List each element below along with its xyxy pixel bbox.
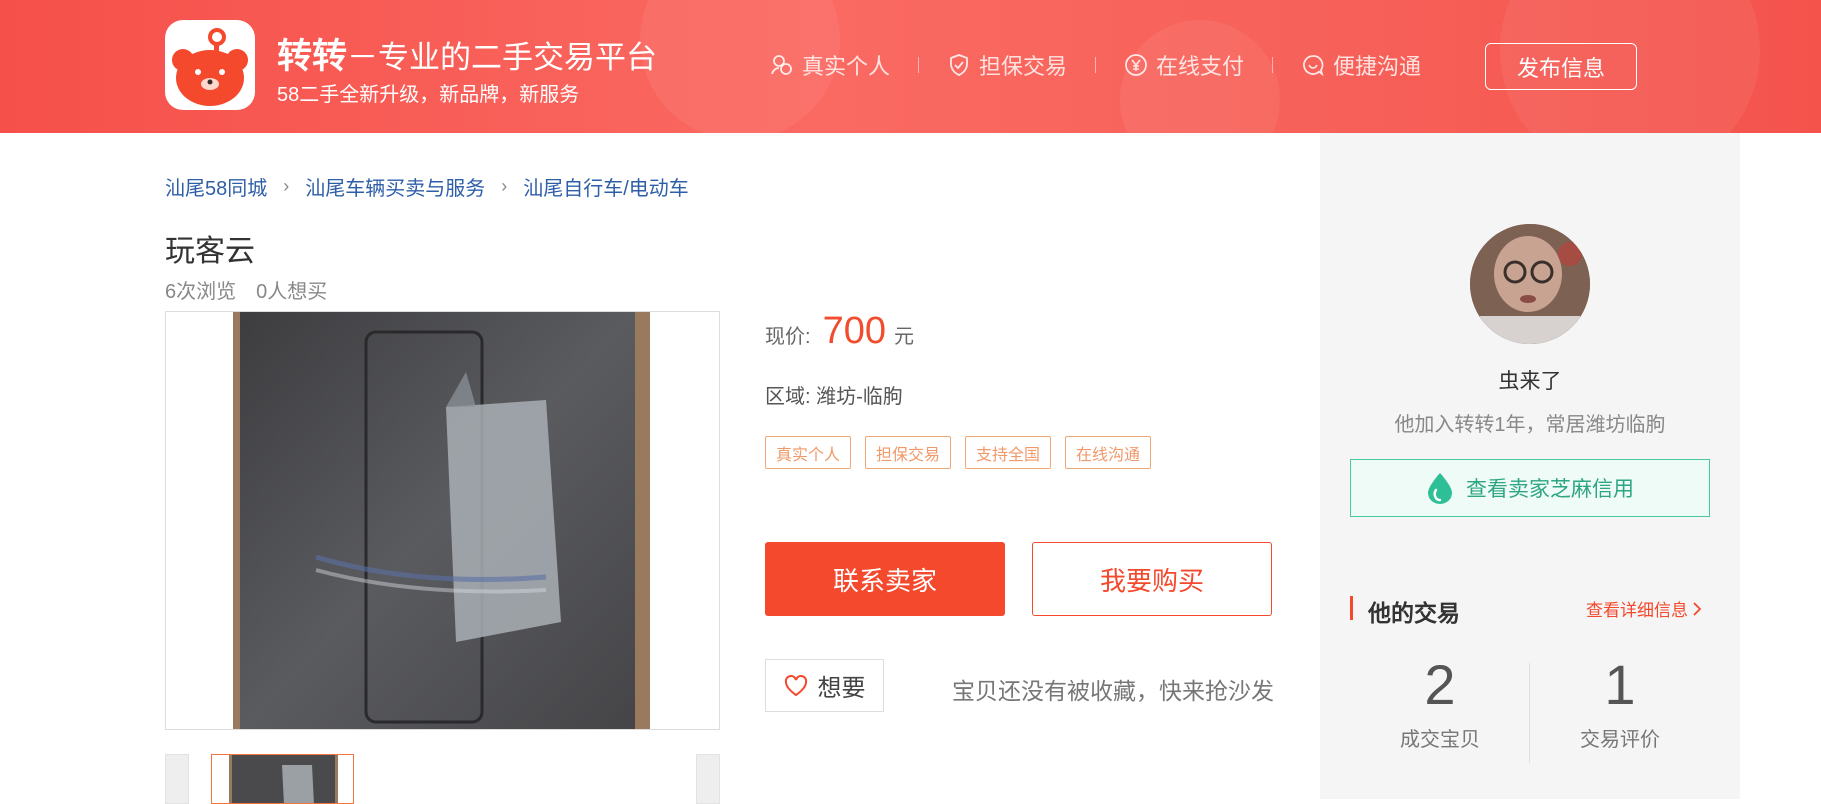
main-product-image[interactable] xyxy=(165,311,720,730)
stat-value: 1 xyxy=(1604,653,1636,716)
feature-item: 担保交易 xyxy=(947,49,1067,81)
price-label: 现价: xyxy=(765,326,811,348)
price-row: 现价: 700 元 xyxy=(765,310,914,353)
item-stats: 6次浏览 0人想买 xyxy=(165,275,327,304)
favorite-note: 宝贝还没有被收藏，快来抢沙发 xyxy=(952,678,1274,704)
top-header: 转转－专业的二手交易平台 58二手全新升级，新品牌，新服务 真实个人 担保交易 xyxy=(0,0,1821,133)
thumbnail-item[interactable] xyxy=(211,754,354,804)
service-tag: 支持全国 xyxy=(965,436,1052,469)
thumbnail-next-button[interactable] xyxy=(696,754,720,804)
chat-smile-icon xyxy=(1303,55,1324,77)
thumbnail-prev-button[interactable] xyxy=(165,754,189,804)
trade-title: 他的交易 xyxy=(1368,600,1460,626)
sesame-credit-label: 查看卖家芝麻信用 xyxy=(1466,478,1634,501)
shield-icon xyxy=(950,54,968,76)
feature-item: 真实个人 xyxy=(770,49,890,81)
breadcrumb-item-bicycles[interactable]: 汕尾自行车/电动车 xyxy=(523,172,689,201)
contact-seller-button[interactable]: 联系卖家 xyxy=(765,542,1005,616)
view-count: 6次浏览 xyxy=(165,281,237,303)
stat-sold-items[interactable]: 2 成交宝贝 xyxy=(1350,653,1530,752)
chevron-right-icon: › xyxy=(283,176,290,196)
service-tag: 担保交易 xyxy=(865,436,952,469)
feature-list: 真实个人 担保交易 在线支付 便捷沟通 xyxy=(770,48,1421,82)
seller-description: 他加入转转1年，常居潍坊临朐 xyxy=(1394,414,1666,436)
seller-name: 虫来了 xyxy=(1498,370,1562,393)
brand-title: 转转－专业的二手交易平台 xyxy=(277,28,657,79)
item-area: 区域: 潍坊-临朐 xyxy=(765,386,903,408)
buy-now-button[interactable]: 我要购买 xyxy=(1032,542,1272,616)
price-value: 700 xyxy=(822,310,886,352)
stat-value: 2 xyxy=(1424,653,1456,716)
service-tag: 真实个人 xyxy=(765,436,852,469)
trade-stats: 2 成交宝贝 1 交易评价 xyxy=(1350,653,1710,763)
heart-icon xyxy=(784,674,807,696)
stat-label: 成交宝贝 xyxy=(1400,729,1480,751)
accent-bar xyxy=(1350,596,1353,620)
stat-label: 交易评价 xyxy=(1580,729,1660,751)
feature-item: 在线支付 xyxy=(1124,49,1244,81)
brand-subtitle: 58二手全新升级，新品牌，新服务 xyxy=(277,84,580,106)
trade-details-link[interactable]: 查看详细信息 xyxy=(1586,596,1702,621)
product-photo xyxy=(233,312,650,729)
chevron-right-icon: › xyxy=(501,176,508,196)
feature-label: 在线支付 xyxy=(1156,54,1245,79)
service-tags: 真实个人 担保交易 支持全国 在线沟通 xyxy=(765,436,1165,469)
publish-button[interactable]: 发布信息 xyxy=(1485,43,1637,90)
feature-label: 真实个人 xyxy=(802,54,891,79)
sesame-drop-icon xyxy=(1428,473,1452,504)
service-tag: 在线沟通 xyxy=(1065,436,1152,469)
chevron-right-icon xyxy=(1693,601,1702,616)
brand-slogan: －专业的二手交易平台 xyxy=(347,40,658,75)
seller-sidebar: 虫来了 他加入转转1年，常居潍坊临朐 查看卖家芝麻信用 他的交易 查看详细信息 … xyxy=(1320,133,1740,799)
want-button[interactable]: 想要 xyxy=(765,659,884,712)
want-label: 想要 xyxy=(817,675,866,702)
trade-section-header: 他的交易 查看详细信息 xyxy=(1350,594,1710,626)
divider xyxy=(918,57,920,73)
thumbnail-photo xyxy=(229,755,338,803)
brand-name: 转转 xyxy=(277,37,348,76)
bear-logo-icon xyxy=(172,28,248,106)
divider xyxy=(1095,57,1097,73)
want-count: 0人想买 xyxy=(256,281,328,303)
trade-details-label: 查看详细信息 xyxy=(1586,601,1688,620)
stat-reviews[interactable]: 1 交易评价 xyxy=(1530,653,1710,752)
yuan-coin-icon xyxy=(1125,54,1147,76)
price-unit: 元 xyxy=(893,326,914,348)
breadcrumb-item-city[interactable]: 汕尾58同城 xyxy=(165,172,267,201)
item-title: 玩客云 xyxy=(165,235,255,268)
feature-label: 便捷沟通 xyxy=(1333,54,1422,79)
breadcrumb-item-vehicles[interactable]: 汕尾车辆买卖与服务 xyxy=(305,172,485,201)
divider xyxy=(1272,57,1274,73)
avatar-photo xyxy=(1470,224,1590,344)
sesame-credit-button[interactable]: 查看卖家芝麻信用 xyxy=(1350,459,1710,517)
people-icon xyxy=(771,55,792,75)
zhuanzhuan-logo[interactable] xyxy=(165,20,255,110)
feature-item: 便捷沟通 xyxy=(1301,49,1421,81)
feature-label: 担保交易 xyxy=(979,54,1068,79)
seller-avatar[interactable] xyxy=(1470,224,1590,344)
breadcrumb: 汕尾58同城 › 汕尾车辆买卖与服务 › 汕尾自行车/电动车 xyxy=(165,172,689,201)
